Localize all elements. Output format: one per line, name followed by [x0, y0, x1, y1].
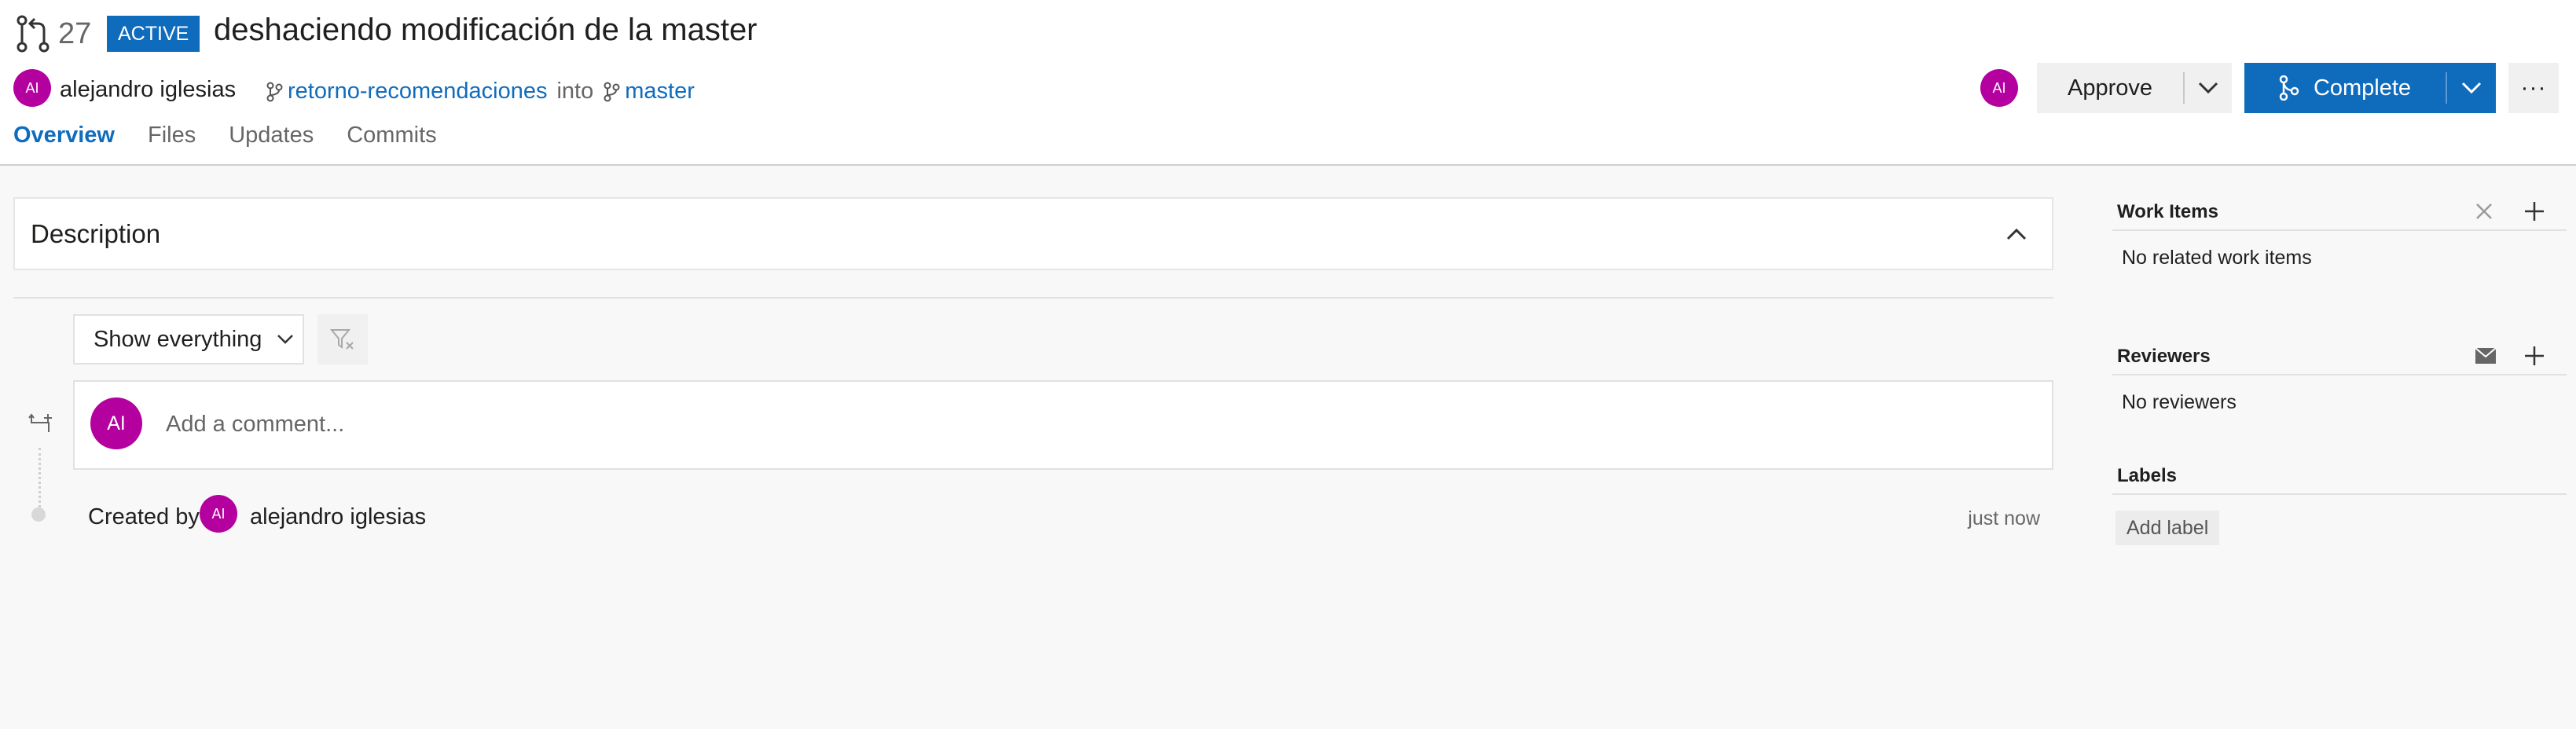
- add-reviewer-icon[interactable]: [2523, 344, 2546, 368]
- activity-filter-dropdown[interactable]: Show everything: [73, 314, 304, 364]
- creator-avatar-initials: AI: [211, 505, 226, 522]
- close-icon[interactable]: [2472, 200, 2496, 223]
- reviewer-avatar-initials: AI: [1992, 79, 2006, 96]
- created-event: Created by AI alejandro iglesias just no…: [88, 492, 2040, 539]
- description-card: Description: [13, 197, 2053, 270]
- creator-name[interactable]: alejandro iglesias: [250, 504, 426, 530]
- status-badge: ACTIVE: [107, 16, 200, 52]
- more-icon: ···: [2520, 75, 2547, 101]
- created-by-label: Created by: [88, 504, 200, 529]
- filter-clear-icon: [329, 329, 354, 350]
- complete-options-button[interactable]: [2447, 81, 2496, 95]
- mail-icon[interactable]: [2474, 344, 2497, 368]
- add-label-button[interactable]: Add label: [2115, 511, 2220, 545]
- timeline-dot: [31, 507, 46, 522]
- page-title: deshaciendo modificación de la master: [214, 13, 758, 47]
- tab-files[interactable]: Files: [148, 123, 196, 148]
- branch-icon: [604, 82, 620, 101]
- comment-box[interactable]: AI Add a comment...: [73, 380, 2053, 470]
- pr-number: 27: [58, 17, 92, 50]
- approve-button-group: Approve: [2037, 63, 2232, 113]
- reviewer-avatar[interactable]: AI: [1980, 69, 2018, 107]
- author-avatar[interactable]: AI: [13, 69, 51, 107]
- merge-icon: [2279, 75, 2299, 101]
- comment-add-icon: [28, 413, 52, 432]
- chevron-down-icon: [2461, 82, 2482, 94]
- section-divider: [13, 297, 2053, 299]
- complete-button-group: Complete: [2244, 63, 2496, 113]
- reviewers-empty: No reviewers: [2122, 391, 2237, 413]
- chevron-down-icon: [277, 335, 294, 344]
- tab-commits[interactable]: Commits: [347, 123, 436, 148]
- labels-divider: [2112, 493, 2567, 495]
- work-items-divider: [2112, 229, 2567, 231]
- chevron-up-icon[interactable]: [2003, 221, 2030, 247]
- pull-request-icon: [17, 15, 50, 53]
- work-items-title: Work Items: [2117, 201, 2218, 222]
- description-title: Description: [31, 219, 161, 248]
- complete-button-label: Complete: [2313, 75, 2412, 101]
- complete-button[interactable]: Complete: [2244, 75, 2446, 101]
- reviewers-title: Reviewers: [2117, 346, 2211, 367]
- creator-avatar: AI: [200, 495, 237, 533]
- author-name[interactable]: alejandro iglesias: [60, 77, 236, 103]
- add-work-item-icon[interactable]: [2523, 200, 2546, 223]
- author-avatar-initials: AI: [25, 79, 39, 96]
- chevron-down-icon: [2198, 82, 2218, 94]
- comment-avatar-initials: AI: [107, 412, 126, 434]
- approve-button[interactable]: Approve: [2037, 75, 2183, 101]
- reviewers-divider: [2112, 374, 2567, 375]
- approve-options-button[interactable]: [2185, 81, 2232, 95]
- tab-bar: Overview Files Updates Commits: [13, 123, 437, 148]
- more-actions-button[interactable]: ···: [2508, 63, 2559, 113]
- work-items-empty: No related work items: [2122, 247, 2312, 269]
- tab-overview[interactable]: Overview: [13, 123, 115, 148]
- into-label: into: [556, 79, 594, 104]
- labels-title: Labels: [2117, 465, 2178, 486]
- tab-updates[interactable]: Updates: [229, 123, 314, 148]
- comment-input[interactable]: Add a comment...: [166, 412, 344, 438]
- target-branch-link[interactable]: master: [625, 79, 695, 104]
- branch-icon: [266, 82, 283, 101]
- pr-header: 27 ACTIVE deshaciendo modificación de la…: [0, 0, 2576, 166]
- clear-filter-button[interactable]: [317, 314, 368, 364]
- comment-avatar: AI: [90, 397, 142, 449]
- branch-info: retorno-recomendaciones into master: [266, 79, 695, 104]
- source-branch-link[interactable]: retorno-recomendaciones: [288, 79, 547, 104]
- created-timestamp: just now: [1968, 507, 2040, 529]
- timeline-connector: [39, 448, 41, 507]
- activity-filter-value: Show everything: [94, 326, 262, 352]
